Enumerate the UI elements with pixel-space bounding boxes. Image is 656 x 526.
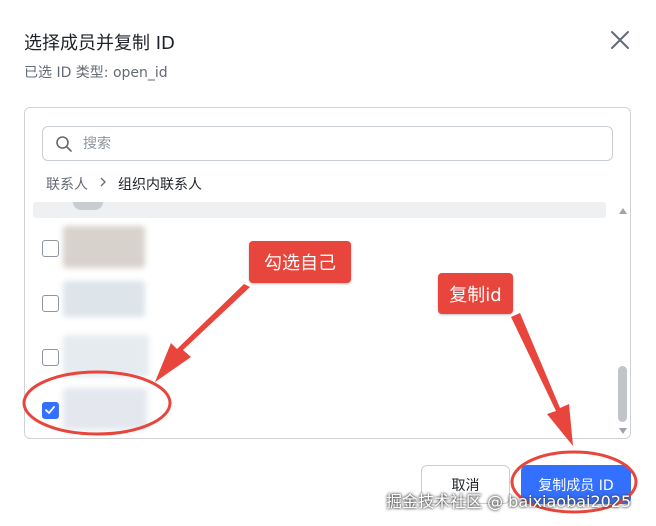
avatar — [63, 226, 145, 268]
member-checkbox[interactable] — [42, 349, 59, 366]
dialog-title: 选择成员并复制 ID — [24, 33, 175, 54]
annotation-select-self: 勾选自己 — [249, 241, 351, 283]
scroll-down-icon[interactable] — [619, 428, 627, 434]
list-item[interactable] — [25, 281, 615, 325]
search-icon — [55, 135, 73, 153]
chevron-right-icon — [98, 176, 108, 192]
member-checkbox-checked[interactable] — [42, 402, 59, 419]
member-checkbox[interactable] — [42, 295, 59, 312]
member-checkbox[interactable] — [42, 240, 59, 257]
scroll-up-icon[interactable] — [619, 208, 627, 214]
avatar — [63, 281, 145, 317]
breadcrumb-org-contacts: 组织内联系人 — [118, 177, 202, 193]
close-icon[interactable] — [606, 26, 634, 54]
scrollbar[interactable] — [615, 202, 630, 438]
check-icon — [45, 406, 55, 414]
avatar — [73, 202, 103, 210]
breadcrumb: 联系人 组织内联系人 — [46, 174, 202, 194]
watermark: 掘金技术社区 @ baixiaobai2025 — [386, 492, 632, 511]
breadcrumb-contacts[interactable]: 联系人 — [46, 174, 88, 194]
annotation-copy-id: 复制id — [438, 273, 513, 314]
id-type-label: 已选 ID 类型: open_id — [24, 65, 168, 81]
avatar — [63, 335, 149, 377]
search-input[interactable] — [83, 131, 603, 156]
select-members-dialog: 选择成员并复制 ID 已选 ID 类型: open_id 联系人 组织内联系人 — [0, 0, 656, 526]
search-box[interactable] — [42, 126, 613, 161]
avatar — [63, 388, 147, 430]
list-item[interactable] — [25, 335, 615, 379]
list-item[interactable] — [25, 388, 615, 432]
member-list — [25, 202, 615, 438]
scrollbar-thumb[interactable] — [618, 366, 627, 422]
list-item[interactable] — [33, 202, 606, 218]
